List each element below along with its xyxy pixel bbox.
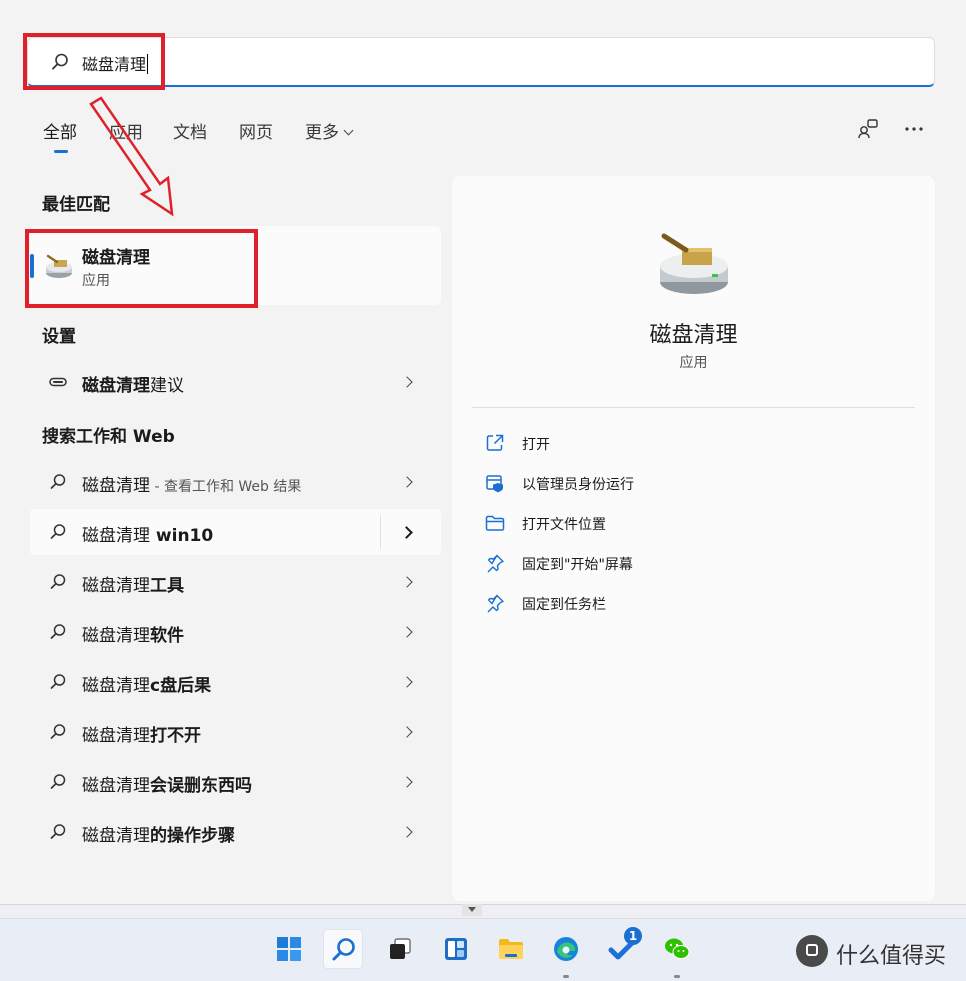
task-view-icon xyxy=(390,938,411,959)
running-indicator xyxy=(563,975,569,978)
widgets-icon xyxy=(445,938,467,960)
task-view-button[interactable] xyxy=(380,929,420,969)
edge-button[interactable] xyxy=(546,929,586,978)
start-search-panel: 磁盘清理 全部 应用 文档 网页 更多 最佳匹配 磁盘清理 应用 设置 磁盘清理… xyxy=(0,0,966,905)
taskbar: 1 什么值得买 xyxy=(0,918,966,981)
watermark-logo xyxy=(796,935,828,967)
start-button[interactable] xyxy=(269,929,309,969)
windows-start-icon xyxy=(277,937,301,961)
notification-badge: 1 xyxy=(624,927,642,945)
scroll-down-button[interactable] xyxy=(462,904,482,916)
edge-icon xyxy=(554,937,578,961)
search-icon xyxy=(332,938,355,961)
wechat-button[interactable] xyxy=(657,929,697,978)
annotation-arrow xyxy=(89,96,174,217)
file-explorer-button[interactable] xyxy=(491,929,531,969)
running-indicator xyxy=(674,975,680,978)
todo-button[interactable]: 1 xyxy=(602,927,642,969)
taskbar-search-button[interactable] xyxy=(323,929,363,969)
file-explorer-icon xyxy=(499,939,523,959)
widgets-button[interactable] xyxy=(436,929,476,969)
wechat-icon xyxy=(665,938,690,959)
watermark-text: 什么值得买 xyxy=(836,944,947,969)
